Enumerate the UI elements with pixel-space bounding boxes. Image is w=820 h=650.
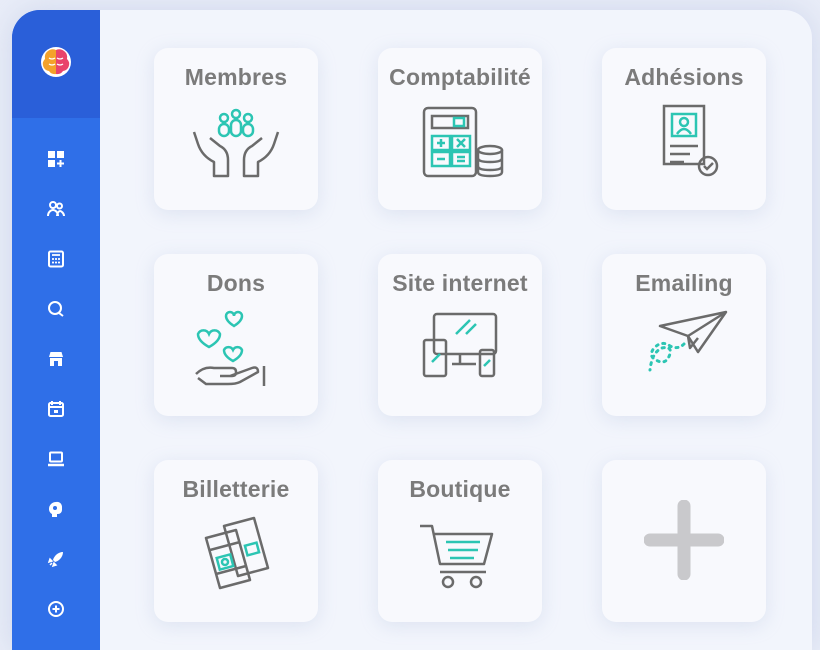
tile-site-internet[interactable]: Site internet [378, 254, 542, 416]
plus-icon [644, 500, 724, 580]
tile-membres[interactable]: Membres [154, 48, 318, 210]
sidebar-item-website[interactable] [12, 434, 100, 484]
sidebar [12, 10, 100, 650]
tile-label: Site internet [392, 270, 528, 296]
tile-label: Dons [206, 270, 266, 296]
calendar-icon [48, 401, 64, 417]
module-grid: Membres Comptabilité Adhésions Dons Site… [154, 48, 766, 622]
sidebar-item-rocket[interactable] [12, 534, 100, 584]
devices-icon [422, 312, 498, 378]
brain-icon [49, 501, 63, 517]
sidebar-item-store[interactable] [12, 334, 100, 384]
tickets-icon [204, 516, 270, 590]
tile-label: Billetterie [182, 476, 290, 502]
sidebar-item-calendar[interactable] [12, 384, 100, 434]
tile-adhesions[interactable]: Adhésions [602, 48, 766, 210]
hands-people-icon [192, 108, 280, 178]
hand-hearts-icon [195, 310, 266, 386]
dashboard-add-icon [48, 151, 64, 167]
sidebar-nav [12, 134, 100, 634]
chat-icon [48, 301, 64, 317]
paper-plane-icon [648, 310, 728, 372]
sidebar-item-brain[interactable] [12, 484, 100, 534]
sidebar-item-chat[interactable] [12, 284, 100, 334]
store-icon [49, 352, 63, 366]
tile-emailing[interactable]: Emailing [602, 254, 766, 416]
rocket-icon [47, 552, 63, 568]
laptop-icon [48, 451, 64, 467]
sidebar-item-add[interactable] [12, 584, 100, 634]
sidebar-item-dashboard[interactable] [12, 134, 100, 184]
add-circle-icon [48, 601, 64, 617]
membership-card-icon [662, 104, 719, 177]
tile-billetterie[interactable]: Billetterie [154, 460, 318, 622]
tile-label: Emailing [635, 270, 733, 296]
tile-dons[interactable]: Dons [154, 254, 318, 416]
tile-boutique[interactable]: Boutique [378, 460, 542, 622]
tile-label: Boutique [409, 476, 511, 502]
tile-add-module[interactable] [602, 460, 766, 622]
calculator-icon [48, 250, 64, 268]
tile-label: Membres [184, 64, 288, 90]
sidebar-item-accounting[interactable] [12, 234, 100, 284]
tile-label: Adhésions [624, 64, 744, 90]
tile-comptabilite[interactable]: Comptabilité [378, 48, 542, 210]
sidebar-item-members[interactable] [12, 184, 100, 234]
tile-label: Comptabilité [389, 64, 531, 90]
app-panel: Membres Comptabilité Adhésions Dons Site… [12, 10, 812, 650]
brain-logo[interactable] [40, 46, 72, 78]
calculator-coins-icon [422, 106, 504, 178]
members-icon [47, 201, 65, 217]
shopping-cart-icon [420, 524, 494, 589]
